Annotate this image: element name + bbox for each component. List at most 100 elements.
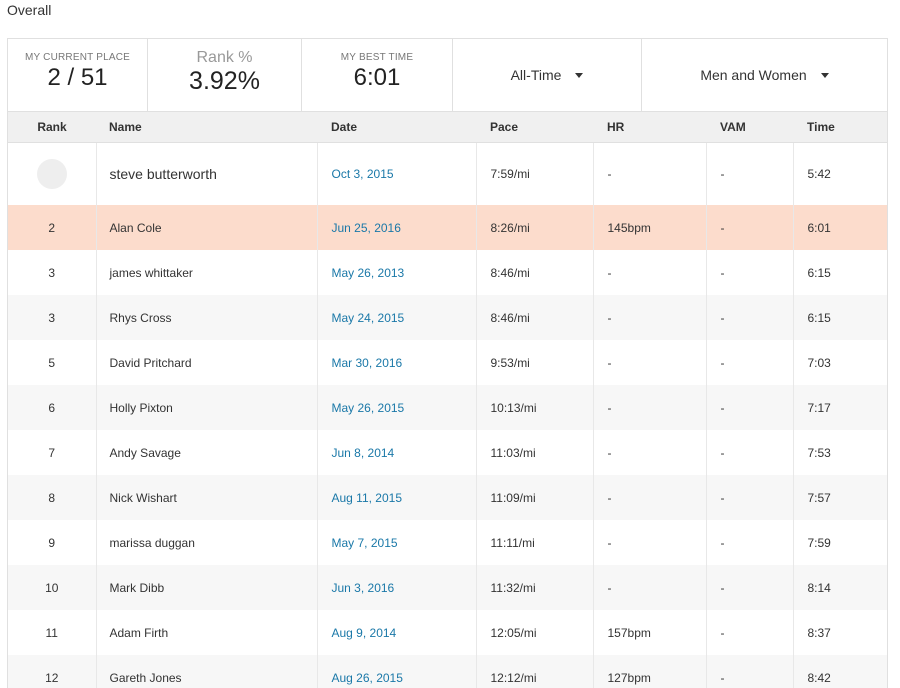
- name-cell[interactable]: Adam Firth: [96, 610, 318, 655]
- header-time[interactable]: Time: [793, 112, 887, 143]
- athlete-pace: 7:59/mi: [476, 142, 594, 205]
- name-cell[interactable]: David Pritchard: [96, 340, 318, 385]
- table-row[interactable]: 12 Gareth Jones Aug 26, 2015 12:12/mi 127bpm…: [8, 655, 887, 688]
- vam-cell: -: [706, 205, 794, 250]
- rank-cell: 7: [8, 430, 97, 475]
- pace-cell: 11:32/mi: [476, 565, 594, 610]
- header-name[interactable]: Name: [96, 112, 317, 143]
- vam-cell: -: [706, 520, 794, 565]
- date-link[interactable]: Jun 3, 2016: [317, 565, 477, 610]
- date-link[interactable]: May 24, 2015: [317, 295, 477, 340]
- pace-cell: 8:26/mi: [476, 205, 594, 250]
- rank-cell: 3: [8, 250, 97, 295]
- hr-cell: 157bpm: [593, 610, 707, 655]
- table-row[interactable]: 8 Nick Wishart Aug 11, 2015 11:09/mi - -7:57: [8, 475, 887, 520]
- rank-cell: 6: [8, 385, 97, 430]
- vam-cell: -: [706, 655, 794, 688]
- header-rank[interactable]: Rank: [8, 112, 96, 143]
- avatar[interactable]: [36, 158, 67, 189]
- time-cell: 7:17: [807, 400, 831, 415]
- date-link[interactable]: Aug 26, 2015: [317, 655, 477, 688]
- period-filter-dropdown[interactable]: All-Time: [453, 39, 642, 111]
- table-row[interactable]: 3 Rhys Cross May 24, 2015 8:46/mi - -6:15: [8, 295, 887, 340]
- date-link[interactable]: Aug 9, 2014: [317, 610, 477, 655]
- vam-cell: -: [706, 475, 794, 520]
- table-row[interactable]: 2 Alan Cole Jun 25, 2016 8:26/mi 145bpm -6:01: [8, 205, 887, 250]
- date-link[interactable]: Mar 30, 2016: [317, 340, 477, 385]
- name-cell[interactable]: Andy Savage: [96, 430, 318, 475]
- hr-cell: -: [593, 340, 707, 385]
- athlete-name[interactable]: steve butterworth: [96, 142, 318, 205]
- name-cell[interactable]: Holly Pixton: [96, 385, 318, 430]
- name-cell[interactable]: marissa duggan: [96, 520, 318, 565]
- table-row[interactable]: 7 Andy Savage Jun 8, 2014 11:03/mi - -7:53: [8, 430, 887, 475]
- table-row[interactable]: 6 Holly Pixton May 26, 2015 10:13/mi - -7:17: [8, 385, 887, 430]
- period-filter-label: All-Time: [510, 67, 562, 83]
- time-cell: 8:37: [807, 625, 831, 640]
- header-pace[interactable]: Pace: [476, 112, 593, 143]
- athlete-vam: -: [706, 142, 794, 205]
- hr-cell: -: [593, 385, 707, 430]
- time-cell: 8:14: [807, 580, 831, 595]
- table-row[interactable]: 5 David Pritchard Mar 30, 2016 9:53/mi - -7:0…: [8, 340, 887, 385]
- pace-cell: 8:46/mi: [476, 295, 594, 340]
- time-cell: 7:57: [807, 490, 831, 505]
- table-row[interactable]: 9 marissa duggan May 7, 2015 11:11/mi - -7:59: [8, 520, 887, 565]
- pace-cell: 11:09/mi: [476, 475, 594, 520]
- date-link[interactable]: May 7, 2015: [317, 520, 477, 565]
- date-link[interactable]: May 26, 2015: [317, 385, 477, 430]
- rank-cell: 9: [8, 520, 97, 565]
- rank-cell: 11: [8, 610, 97, 655]
- gender-filter-dropdown[interactable]: Men and Women: [642, 39, 887, 111]
- hr-cell: -: [593, 475, 707, 520]
- name-cell[interactable]: james whittaker: [96, 250, 318, 295]
- athlete-avatar-cell: [8, 142, 97, 205]
- hr-cell: -: [593, 565, 707, 610]
- hr-cell: 145bpm: [593, 205, 707, 250]
- hr-cell: 127bpm: [593, 655, 707, 688]
- name-cell[interactable]: Alan Cole: [96, 205, 318, 250]
- rank-cell: 2: [8, 205, 97, 250]
- best-time-value: 6:01: [353, 64, 401, 91]
- name-cell[interactable]: Rhys Cross: [96, 295, 318, 340]
- date-link[interactable]: May 26, 2013: [317, 250, 477, 295]
- vam-cell: -: [706, 340, 794, 385]
- hr-cell: -: [593, 430, 707, 475]
- header-vam[interactable]: VAM: [706, 112, 793, 143]
- name-cell[interactable]: Nick Wishart: [96, 475, 318, 520]
- pace-cell: 11:11/mi: [476, 520, 594, 565]
- best-time-stat: MY BEST TIME 6:01: [302, 39, 453, 111]
- date-link[interactable]: Aug 11, 2015: [317, 475, 477, 520]
- current-place-label: MY CURRENT PLACE: [24, 52, 131, 63]
- name-cell[interactable]: Gareth Jones: [96, 655, 318, 688]
- table-row[interactable]: 11 Adam Firth Aug 9, 2014 12:05/mi 157bpm -8:…: [8, 610, 887, 655]
- leaderboard-table: Rank Name Date Pace HR VAM Time steve bu…: [8, 112, 887, 688]
- time-cell: 8:42: [807, 670, 831, 685]
- pace-cell: 9:53/mi: [476, 340, 594, 385]
- pace-cell: 8:46/mi: [476, 250, 594, 295]
- table-row[interactable]: 3 james whittaker May 26, 2013 8:46/mi - -6:1…: [8, 250, 887, 295]
- vam-cell: -: [706, 295, 794, 340]
- chevron-down-icon: [820, 73, 829, 78]
- athlete-date-link[interactable]: Oct 3, 2015: [317, 142, 477, 205]
- header-date[interactable]: Date: [317, 112, 476, 143]
- vam-cell: -: [706, 430, 794, 475]
- time-cell: 7:53: [807, 445, 831, 460]
- time-cell: 6:15: [807, 310, 831, 325]
- pace-cell: 10:13/mi: [476, 385, 594, 430]
- date-link[interactable]: Jun 25, 2016: [317, 205, 477, 250]
- pace-cell: 12:05/mi: [476, 610, 594, 655]
- vam-cell: -: [706, 610, 794, 655]
- name-cell[interactable]: Mark Dibb: [96, 565, 318, 610]
- header-hr[interactable]: HR: [593, 112, 706, 143]
- time-cell: 7:59: [807, 535, 831, 550]
- pace-cell: 11:03/mi: [476, 430, 594, 475]
- hr-cell: -: [593, 295, 707, 340]
- athlete-hr: -: [593, 142, 707, 205]
- rank-cell: 3: [8, 295, 97, 340]
- date-link[interactable]: Jun 8, 2014: [317, 430, 477, 475]
- gender-filter-label: Men and Women: [700, 67, 807, 83]
- hr-cell: -: [593, 250, 707, 295]
- table-row[interactable]: 10 Mark Dibb Jun 3, 2016 11:32/mi - -8:14: [8, 565, 887, 610]
- best-time-label: MY BEST TIME: [340, 52, 414, 63]
